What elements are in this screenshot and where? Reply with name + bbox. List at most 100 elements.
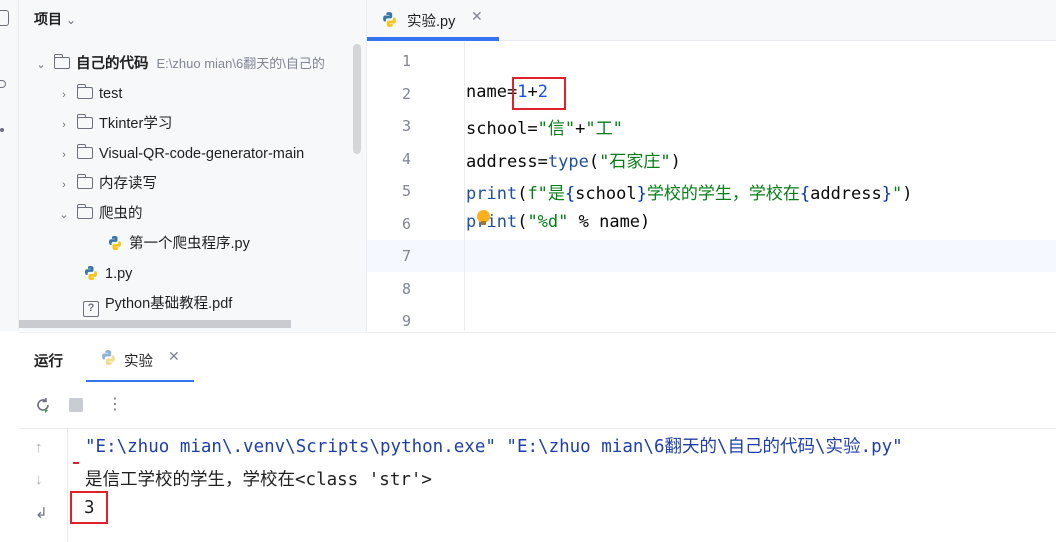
tree-item-label: Python基础教程.pdf: [105, 296, 233, 312]
tool-window-strip: [0, 0, 19, 331]
project-panel: 项目 ⌄ ⌄ 自己的代码 E:\zhuo mian\6翻天的\自己的 › test › T…: [19, 0, 367, 331]
code-token: (: [517, 212, 528, 232]
error-mark: [73, 462, 79, 464]
more-tools-icon[interactable]: [0, 128, 4, 132]
tree-item-label: Tkinter学习: [99, 116, 173, 132]
tree-item-first-crawler[interactable]: 第一个爬虫程序.py: [101, 229, 250, 259]
code-token: "%d": [527, 212, 569, 232]
intention-bulb-icon[interactable]: [477, 210, 490, 225]
code-token: "工": [585, 119, 623, 139]
code-token: f"是: [527, 184, 565, 204]
tree-item-pdf[interactable]: ? Python基础教程.pdf: [77, 289, 232, 319]
tree-root[interactable]: ⌄ 自己的代码 E:\zhuo mian\6翻天的\自己的: [34, 49, 325, 79]
folder-icon: [76, 114, 93, 129]
code-line-3: school="信"+"工": [466, 114, 623, 139]
code-token: type: [547, 152, 589, 172]
code-token: ): [670, 152, 681, 172]
tree-root-label: 自己的代码: [76, 56, 149, 72]
code-token: 学校的学生，学校在: [646, 184, 800, 204]
code-token: {: [799, 184, 811, 204]
line-number: 2: [401, 85, 411, 103]
line-number: 9: [401, 312, 411, 330]
tree-item-1py[interactable]: 1.py: [77, 259, 132, 289]
tree-horizontal-scrollbar[interactable]: [19, 320, 291, 328]
close-icon[interactable]: ✕: [471, 8, 483, 25]
code-line-6: print("%d" % name): [466, 212, 650, 232]
code-token: address: [810, 184, 882, 204]
unknown-file-icon: ?: [83, 301, 99, 317]
console-command-line: "E:\zhuo mian\.venv\Scripts\python.exe" …: [85, 437, 903, 457]
tree-item-qr-generator[interactable]: › Visual-QR-code-generator-main: [57, 139, 304, 169]
tree-item-memory[interactable]: › 内存读写: [57, 169, 157, 199]
code-token: "石家庄": [599, 152, 671, 172]
tree-item-test[interactable]: › test: [57, 79, 122, 109]
chevron-right-icon[interactable]: ›: [57, 80, 71, 110]
tree-item-label: 内存读写: [99, 176, 157, 192]
chevron-right-icon[interactable]: ›: [57, 170, 71, 200]
tree-root-path: E:\zhuo mian\6翻天的\自己的: [156, 56, 325, 71]
line-number: 1: [401, 52, 411, 70]
chevron-down-icon[interactable]: ⌄: [57, 200, 71, 230]
stop-icon[interactable]: [69, 398, 83, 412]
tree-item-label: 1.py: [105, 266, 133, 282]
tree-item-label: test: [99, 86, 123, 102]
close-icon[interactable]: ✕: [168, 348, 180, 365]
project-header-label: 项目: [34, 11, 62, 27]
console-output-line: 是信工学校的学生，学校在<class 'str'>: [85, 470, 432, 490]
annotation-box-result: [70, 491, 108, 524]
code-token: ": [892, 184, 903, 204]
run-panel-header: 运行 实验 ✕: [19, 332, 1056, 383]
chevron-right-icon[interactable]: ›: [57, 140, 71, 170]
more-options-icon[interactable]: ⋮: [107, 394, 123, 414]
code-token: school=: [466, 119, 538, 139]
code-token: name=: [466, 82, 518, 102]
folder-icon: [76, 144, 93, 159]
code-token: }: [636, 184, 647, 204]
code-token: print: [466, 212, 518, 232]
code-token: ): [902, 184, 913, 204]
tree-item-crawler[interactable]: ⌄ 爬虫的: [57, 199, 143, 229]
python-file-icon: [85, 266, 97, 280]
project-tool-icon[interactable]: [0, 10, 9, 26]
line-number: 8: [401, 280, 411, 298]
rerun-icon[interactable]: [34, 396, 52, 414]
tab-experiment-py[interactable]: 实验.py ✕: [367, 0, 499, 41]
code-editor[interactable]: 1 2 3 4 5 6 7 8 9 name= 1 +2 school="信"+"工…: [367, 41, 1056, 331]
tree-vertical-scrollbar[interactable]: [353, 44, 361, 154]
line-number: 7: [401, 247, 411, 265]
tree-item-tkinter[interactable]: › Tkinter学习: [57, 109, 172, 139]
code-line-4: address=type("石家庄"): [466, 147, 681, 172]
folder-icon: [76, 174, 93, 189]
current-line-highlight: [367, 240, 1056, 272]
project-header[interactable]: 项目 ⌄: [34, 9, 76, 29]
commit-tool-icon[interactable]: [0, 80, 6, 88]
arrow-down-icon[interactable]: ↓: [35, 471, 43, 488]
folder-icon: [53, 54, 70, 69]
tab-label: 实验.py: [407, 14, 456, 30]
code-token: "信": [537, 119, 576, 139]
code-token: school: [575, 184, 637, 204]
chevron-down-icon: ⌄: [66, 13, 77, 27]
run-toolbar: ⋮: [19, 382, 1056, 429]
python-file-icon: [102, 350, 115, 365]
code-token: address=: [466, 152, 548, 172]
code-token: print: [466, 184, 518, 204]
tree-item-label: Visual-QR-code-generator-main: [99, 146, 305, 162]
chevron-down-icon[interactable]: ⌄: [34, 50, 48, 80]
console-side-toolbar: ↑ ↓ ↲: [19, 428, 68, 542]
line-number: 3: [401, 117, 411, 135]
code-token: }: [881, 184, 892, 204]
annotation-box-expression: [512, 77, 566, 110]
line-number: 4: [401, 150, 411, 168]
soft-wrap-icon[interactable]: ↲: [35, 504, 48, 522]
python-file-icon: [383, 12, 396, 27]
line-number: 5: [401, 182, 411, 200]
chevron-right-icon[interactable]: ›: [57, 110, 71, 140]
code-token: (: [517, 184, 528, 204]
python-file-icon: [109, 236, 121, 250]
tab-run-experiment[interactable]: 实验 ✕: [86, 333, 194, 383]
code-token: {: [564, 184, 576, 204]
arrow-up-icon[interactable]: ↑: [35, 439, 43, 456]
run-panel-title: 运行: [34, 354, 63, 370]
code-token: +: [575, 119, 586, 139]
